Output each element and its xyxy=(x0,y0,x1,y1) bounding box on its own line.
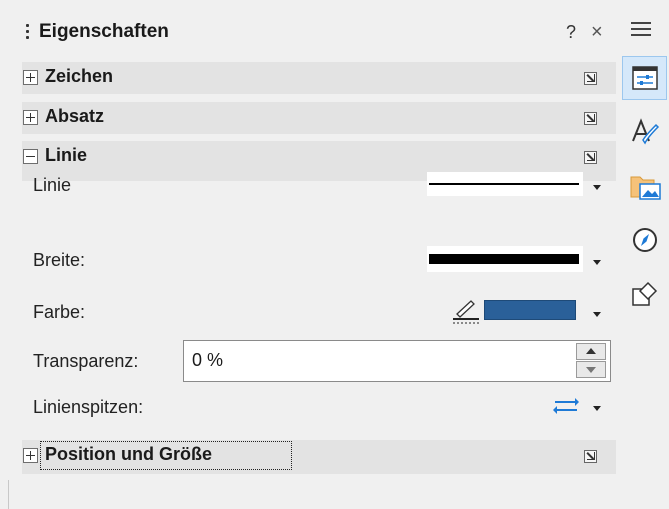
styles-icon xyxy=(632,118,660,145)
chevron-down-icon[interactable] xyxy=(593,406,601,411)
shapes-icon xyxy=(632,281,658,306)
arrow-style-icon[interactable] xyxy=(553,395,579,417)
sidebar-tabbar xyxy=(620,0,669,509)
more-options-icon[interactable] xyxy=(584,112,597,125)
panel-divider xyxy=(8,480,9,509)
gallery-icon xyxy=(630,176,661,200)
pen-color-icon[interactable] xyxy=(451,298,481,324)
arrow-style-label: Linienspitzen: xyxy=(33,397,144,417)
section-position-header[interactable]: Position und Größe xyxy=(22,440,616,474)
spin-down-button[interactable] xyxy=(576,361,606,378)
transparency-spinner[interactable] xyxy=(576,343,606,379)
spin-up-button[interactable] xyxy=(576,343,606,360)
line-color-swatch[interactable] xyxy=(484,300,576,320)
tab-properties[interactable] xyxy=(622,56,667,100)
close-button[interactable]: × xyxy=(591,21,603,44)
sidebar-menu-icon[interactable] xyxy=(631,22,653,38)
line-style-label: Linie xyxy=(33,175,72,195)
line-width-label: Breite: xyxy=(33,250,86,270)
expand-icon[interactable] xyxy=(23,70,38,85)
section-absatz-header[interactable]: Absatz xyxy=(22,102,616,134)
more-options-icon[interactable] xyxy=(584,151,597,164)
chevron-down-icon[interactable] xyxy=(593,185,601,190)
chevron-down-icon[interactable] xyxy=(593,312,601,317)
transparency-value[interactable]: 0 % xyxy=(192,350,223,371)
panel-title: Eigenschaften xyxy=(39,21,169,42)
tab-styles[interactable] xyxy=(622,110,667,154)
tab-gallery[interactable] xyxy=(622,164,667,208)
more-options-icon[interactable] xyxy=(584,72,597,85)
panel-titlebar: Eigenschaften ? × xyxy=(0,20,620,56)
help-button[interactable]: ? xyxy=(566,22,576,43)
chevron-down-icon[interactable] xyxy=(593,260,601,265)
section-zeichen-title: Zeichen xyxy=(45,66,114,86)
section-zeichen-header[interactable]: Zeichen xyxy=(22,62,616,94)
expand-icon[interactable] xyxy=(23,110,38,125)
transparency-field[interactable]: 0 % xyxy=(183,340,611,382)
line-width-dropdown[interactable] xyxy=(427,246,583,272)
transparency-label: Transparenz: xyxy=(33,351,139,371)
section-position-title: Position und Größe xyxy=(45,444,212,464)
tab-navigator[interactable] xyxy=(622,218,667,262)
line-style-dropdown[interactable] xyxy=(427,172,583,196)
more-options-icon[interactable] xyxy=(584,450,597,463)
navigator-icon xyxy=(633,228,657,252)
expand-icon[interactable] xyxy=(23,448,38,463)
properties-panel: Eigenschaften ? × Zeichen Absatz Linie L… xyxy=(0,0,620,509)
section-absatz-title: Absatz xyxy=(45,106,105,126)
collapse-icon[interactable] xyxy=(23,149,38,164)
section-linie-title: Linie xyxy=(45,145,88,165)
properties-icon xyxy=(632,66,658,90)
tab-shapes[interactable] xyxy=(622,272,667,316)
line-color-label: Farbe: xyxy=(33,302,86,322)
drag-grip-icon[interactable] xyxy=(26,24,29,44)
